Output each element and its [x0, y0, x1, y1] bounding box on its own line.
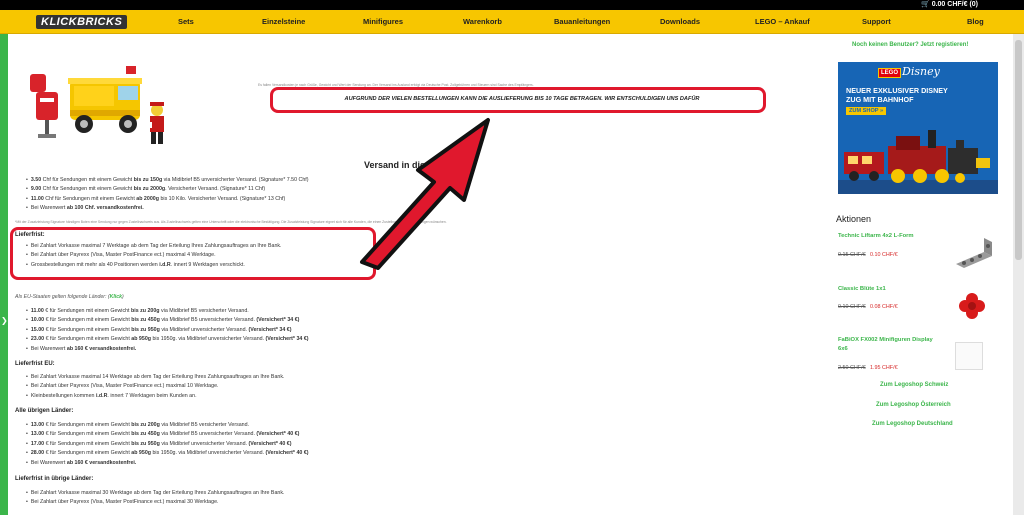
old-price: 0.15 CHF/€	[838, 252, 866, 258]
list-item: 17.00 € für Sendungen mit einem Gewicht …	[26, 440, 309, 449]
other-countries-label: Alle übrigen Länder:	[15, 408, 74, 414]
lieferfrist-others-label: Lieferfrist in übrige Länder:	[15, 476, 94, 482]
deal-name-liftarm[interactable]: Technic Liftarm 4x2 L-Form	[838, 233, 914, 239]
legoshop-schweiz-link[interactable]: Zum Legoshop Schweiz	[880, 382, 948, 388]
list-item: 23.00 € für Sendungen mit einem Gewicht …	[26, 335, 309, 344]
flower-brick-image[interactable]	[958, 292, 986, 320]
nav-item-support[interactable]: Support	[862, 10, 891, 34]
list-item: 11.00 € für Sendungen mit einem Gewicht …	[26, 307, 309, 316]
cart-total: 0.00 CHF/€ (0)	[931, 1, 978, 8]
new-price: 0.10 CHF/€	[870, 252, 898, 258]
eu-countries-link[interactable]: Klick	[110, 294, 122, 300]
promo-cta-button[interactable]: ZUM SHOP »	[846, 107, 887, 115]
cart-link[interactable]: 🛒 0.00 CHF/€ (0)	[921, 0, 978, 10]
lieferfrist-highlight	[10, 227, 376, 280]
list-item: 3.50 Chf für Sendungen mit einem Gewicht…	[26, 176, 309, 185]
lieferfrist-eu-label: Lieferfrist EU:	[15, 361, 55, 367]
left-side-strip: ❯	[0, 34, 8, 515]
list-item: Bei Warenwert ab 100 Chf. versandkostenf…	[26, 204, 309, 213]
deal-name-display-size[interactable]: 6x6	[838, 346, 848, 352]
train-illustration	[838, 130, 998, 194]
deal-name-bluete[interactable]: Classic Blüte 1x1	[838, 286, 886, 292]
list-item: 10.00 € für Sendungen mit einem Gewicht …	[26, 316, 309, 325]
nav-item-blog[interactable]: Blog	[967, 10, 984, 34]
swiss-rates-list: 3.50 Chf für Sendungen mit einem Gewicht…	[26, 176, 309, 214]
promo-headline-2: ZUG MIT BAHNHOF	[846, 95, 914, 104]
list-item: Bei Warenwert ab 160 € versandkostenfrei…	[26, 345, 309, 354]
top-bar: 🛒 0.00 CHF/€ (0)	[0, 0, 1024, 10]
disney-train-promo-banner[interactable]: LEGO Disney NEUER EXKLUSIVER DISNEY ZUG …	[838, 62, 998, 194]
legoshop-deutschland-link[interactable]: Zum Legoshop Deutschland	[872, 421, 953, 427]
legoshop-oesterreich-link[interactable]: Zum Legoshop Österreich	[876, 402, 951, 408]
list-item: 15.00 € für Sendungen mit einem Gewicht …	[26, 326, 309, 335]
scrollbar-thumb[interactable]	[1015, 40, 1022, 260]
deal-price-bluete: 0.10 CHF/€ 0.08 CHF/€	[838, 295, 898, 313]
lieferfrist-others-list: Bei Zahlart Vorkasse maximal 30 Werktage…	[26, 489, 285, 508]
nav-item-einzelsteine[interactable]: Einzelsteine	[262, 10, 305, 34]
list-item: Bei Warenwert ab 160 € versandkostenfrei…	[26, 459, 309, 468]
logo-text: KLICKBRICKS	[41, 16, 123, 28]
list-item: Bei Zahlart Vorkasse maximal 30 Werktage…	[26, 489, 285, 498]
old-price: 0.10 CHF/€	[838, 304, 866, 310]
nav-item-bauanleitungen[interactable]: Bauanleitungen	[554, 10, 610, 34]
lieferfrist-eu-list: Bei Zahlart Vorkasse maximal 14 Werktage…	[26, 373, 285, 401]
list-item: Bei Zahlart über Payrexx (Visa, Master P…	[26, 382, 284, 391]
nav-item-warenkorb[interactable]: Warenkorb	[463, 10, 502, 34]
new-price: 1.95 CHF/€	[870, 365, 898, 371]
eu-rates-list: 11.00 € für Sendungen mit einem Gewicht …	[26, 307, 309, 354]
list-item: Bei Zahlart Vorkasse maximal 14 Werktage…	[26, 373, 285, 382]
list-item: 13.00 € für Sendungen mit einem Gewicht …	[26, 421, 309, 430]
annotation-arrow-icon	[360, 118, 490, 270]
cart-icon: 🛒	[921, 1, 930, 8]
list-item: 13.00 € für Sendungen mit einem Gewicht …	[26, 430, 309, 439]
main-navigation: KLICKBRICKS Sets Einzelsteine Minifigure…	[0, 10, 1024, 34]
register-link[interactable]: Noch keinen Benutzer? Jetzt registieren!	[852, 42, 968, 48]
other-rates-list: 13.00 € für Sendungen mit einem Gewicht …	[26, 421, 309, 468]
nav-item-sets[interactable]: Sets	[178, 10, 194, 34]
deal-name-display[interactable]: FaBiOX FX002 Minifiguren Display	[838, 337, 933, 343]
list-item: 11.00 Chf für Sendungen mit einem Gewich…	[26, 195, 309, 204]
postal-van-illustration	[30, 66, 164, 144]
shipping-content: Es fallen Versandkosten je nach Größe, G…	[8, 34, 828, 515]
old-price: 2.50 CHF/€	[838, 365, 866, 371]
liftarm-brick-image[interactable]	[952, 234, 1000, 278]
site-logo[interactable]: KLICKBRICKS	[36, 15, 128, 29]
aktionen-title: Aktionen	[836, 214, 872, 224]
deal-price-display: 2.50 CHF/€ 1.95 CHF/€	[838, 356, 898, 374]
scrollbar[interactable]	[1013, 34, 1024, 515]
disney-logo: Disney	[902, 65, 940, 78]
nav-item-minifigures[interactable]: Minifigures	[363, 10, 403, 34]
display-case-image[interactable]	[955, 342, 983, 370]
list-item: Bei Zahlart über Payrexx (Visa, Master P…	[26, 498, 284, 507]
list-item: Kleinbestellungen kommen i.d.R. innert 7…	[26, 392, 284, 401]
eu-countries-note: Als EU-Staaten gelten folgende Länder: (…	[15, 294, 124, 300]
delivery-notice-highlight	[270, 87, 766, 113]
lego-logo: LEGO	[878, 68, 902, 78]
right-sidebar: Noch keinen Benutzer? Jetzt registieren!…	[830, 34, 1013, 515]
promo-headline-1: NEUER EXKLUSIVER DISNEY	[846, 86, 948, 95]
nav-item-lego-ankauf[interactable]: LEGO – Ankauf	[755, 10, 810, 34]
nav-item-downloads[interactable]: Downloads	[660, 10, 700, 34]
new-price: 0.08 CHF/€	[870, 304, 898, 310]
deal-price-liftarm: 0.15 CHF/€ 0.10 CHF/€	[838, 243, 898, 261]
list-item: 9.00 Chf für Sendungen mit einem Gewicht…	[26, 185, 309, 194]
list-item: 28.00 € für Sendungen mit einem Gewicht …	[26, 449, 309, 458]
chevron-right-icon[interactable]: ❯	[1, 316, 8, 325]
